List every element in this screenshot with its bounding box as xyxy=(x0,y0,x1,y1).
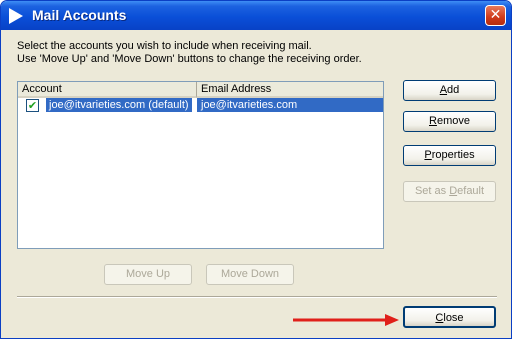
add-button[interactable]: Add xyxy=(403,80,496,101)
remove-button-mnemonic: R xyxy=(429,115,437,127)
close-button-label: lose xyxy=(443,312,464,324)
account-name[interactable]: joe@itvarieties.com (default) xyxy=(46,98,192,112)
properties-button-label: roperties xyxy=(431,149,475,161)
properties-button[interactable]: Properties xyxy=(403,145,496,166)
move-up-button[interactable]: Move Up xyxy=(104,264,192,285)
window-title: Mail Accounts xyxy=(32,7,127,23)
add-button-label: dd xyxy=(447,84,460,96)
instruction-line-2: Use 'Move Up' and 'Move Down' buttons to… xyxy=(17,53,362,65)
remove-button[interactable]: Remove xyxy=(403,111,496,132)
annotation-arrow-icon xyxy=(293,314,399,326)
properties-button-mnemonic: P xyxy=(424,149,432,161)
divider xyxy=(17,296,497,298)
set-as-default-button[interactable]: Set as Default xyxy=(403,181,496,202)
mail-accounts-dialog: Mail Accounts ✕ Select the accounts you … xyxy=(0,0,512,339)
list-item[interactable]: ✔ joe@itvarieties.com (default) joe@itva… xyxy=(18,98,383,112)
accounts-list[interactable]: Account Email Address ✔ joe@itvarieties.… xyxy=(17,81,384,249)
column-header-email[interactable]: Email Address xyxy=(197,82,383,98)
set-default-mnemonic: D xyxy=(449,185,458,197)
add-button-mnemonic: A xyxy=(439,84,448,96)
account-checkbox[interactable]: ✔ xyxy=(26,99,39,112)
arrow-right-icon xyxy=(9,8,23,24)
close-window-button[interactable]: ✕ xyxy=(485,5,506,26)
set-default-post: efault xyxy=(457,185,485,197)
column-header-account[interactable]: Account xyxy=(18,82,197,98)
title-bar[interactable]: Mail Accounts ✕ xyxy=(1,1,511,30)
close-button[interactable]: Close xyxy=(403,306,496,328)
remove-button-label: emove xyxy=(436,115,470,127)
set-default-pre: Set as xyxy=(414,185,450,197)
instruction-line-1: Select the accounts you wish to include … xyxy=(17,40,312,52)
move-down-button[interactable]: Move Down xyxy=(206,264,294,285)
account-email[interactable]: joe@itvarieties.com xyxy=(197,98,383,112)
